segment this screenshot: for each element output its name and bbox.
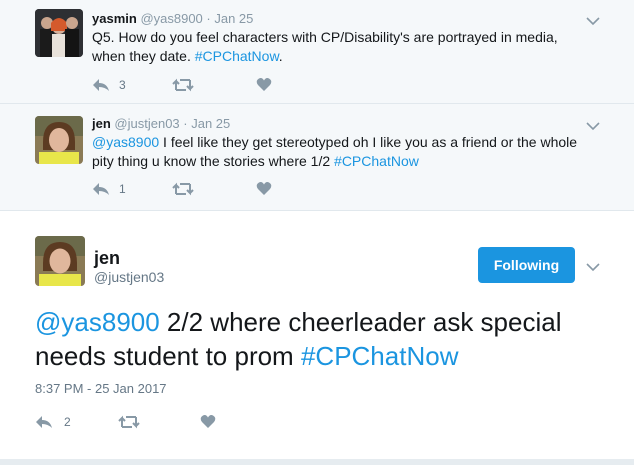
- reply-count: 2: [64, 415, 71, 429]
- avatar[interactable]: [35, 9, 83, 57]
- following-button[interactable]: Following: [478, 247, 575, 283]
- tweet-date[interactable]: · Jan 25: [183, 116, 230, 131]
- like-icon[interactable]: [256, 77, 272, 93]
- retweet-icon[interactable]: [172, 181, 194, 197]
- hashtag-link[interactable]: #CPChatNow: [334, 153, 419, 169]
- mention-link[interactable]: @yas8900: [92, 134, 159, 150]
- author-handle[interactable]: @yas8900: [140, 11, 202, 26]
- chevron-down-icon[interactable]: [586, 13, 600, 26]
- tweet-text: Q5. How do you feel characters with CP/D…: [92, 28, 592, 66]
- chevron-down-icon[interactable]: [586, 118, 600, 131]
- author-handle[interactable]: @justjen03: [114, 116, 179, 131]
- tweet-actions: 3: [92, 77, 292, 93]
- tweet-actions: 2: [35, 414, 235, 430]
- author-name[interactable]: yasmin: [92, 11, 137, 26]
- retweet-icon[interactable]: [118, 414, 140, 430]
- tweet-date[interactable]: · Jan 25: [206, 11, 253, 26]
- reply-icon[interactable]: [92, 77, 110, 93]
- hashtag-link[interactable]: #CPChatNow: [301, 341, 459, 371]
- reply-icon[interactable]: [92, 181, 110, 197]
- avatar[interactable]: [35, 116, 83, 164]
- reply-tweet[interactable]: yasmin @yas8900 · Jan 25 Q5. How do you …: [0, 0, 634, 104]
- chevron-down-icon[interactable]: [586, 259, 600, 272]
- reply-tweet[interactable]: jen @justjen03 · Jan 25 @yas8900 I feel …: [0, 104, 634, 210]
- tweet-text: @yas8900 I feel like they get stereotype…: [92, 133, 592, 171]
- author-name[interactable]: jen: [92, 116, 111, 131]
- tweet-text-end: .: [278, 48, 283, 64]
- mention-link[interactable]: @yas8900: [35, 307, 160, 337]
- divider: [0, 210, 634, 211]
- author-name[interactable]: jen: [94, 248, 120, 269]
- divider: [0, 459, 634, 465]
- tweet-text-body: Q5. How do you feel characters with CP/D…: [92, 29, 558, 64]
- retweet-icon[interactable]: [172, 77, 194, 93]
- reply-icon[interactable]: [35, 414, 53, 430]
- avatar[interactable]: [35, 236, 85, 286]
- reply-count: 1: [119, 182, 126, 196]
- author-handle[interactable]: @justjen03: [94, 269, 164, 285]
- like-icon[interactable]: [200, 414, 216, 430]
- tweet-text: @yas8900 2/2 where cheerleader ask speci…: [35, 305, 605, 373]
- tweet-actions: 1: [92, 181, 292, 197]
- tweet-header: jen @justjen03 · Jan 25: [92, 116, 230, 131]
- like-icon[interactable]: [256, 181, 272, 197]
- tweet-timestamp[interactable]: 8:37 PM - 25 Jan 2017: [35, 381, 167, 396]
- hashtag-link[interactable]: #CPChatNow: [195, 48, 279, 64]
- reply-count: 3: [119, 78, 126, 92]
- tweet-header: yasmin @yas8900 · Jan 25: [92, 11, 253, 26]
